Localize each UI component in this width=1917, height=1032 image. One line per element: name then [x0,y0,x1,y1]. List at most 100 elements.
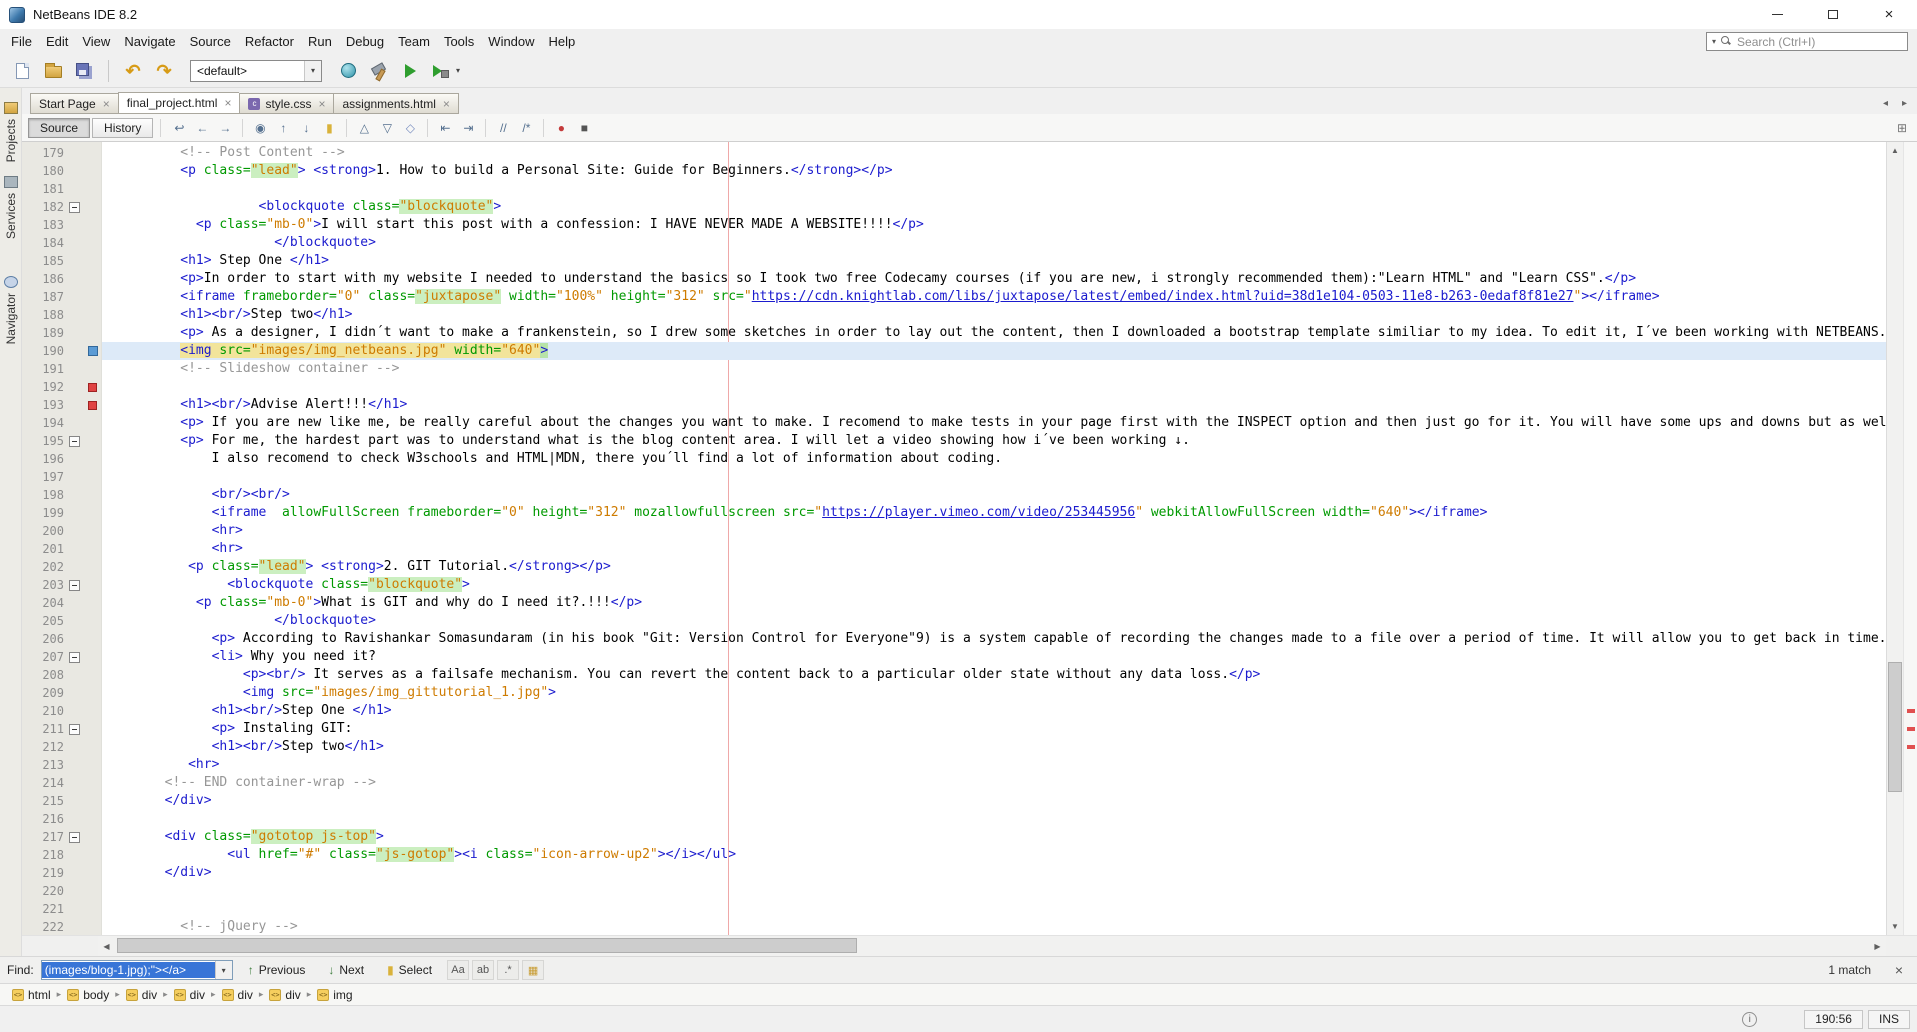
start-macro-button[interactable]: ● [550,118,572,138]
regex-toggle[interactable]: .* [497,960,520,980]
new-file-button[interactable] [8,57,36,85]
tab-style-css[interactable]: c style.css × [239,93,334,114]
code-line[interactable]: <hr> [102,540,1886,558]
close-tab-icon[interactable]: × [318,98,325,110]
breadcrumb-item-div[interactable]: <> div [219,988,256,1002]
url-link[interactable]: https://player.vimeo.com/video/253445956 [822,505,1135,520]
code-line[interactable]: <hr> [102,522,1886,540]
history-view-button[interactable]: History [92,117,154,138]
tab-assignments-html[interactable]: assignments.html × [333,93,459,114]
breadcrumb-item-div[interactable]: <> div [266,988,303,1002]
menu-file[interactable]: File [4,30,39,53]
toggle-highlight-button[interactable]: ▮ [318,118,340,138]
code-line[interactable]: <p class="mb-0">What is GIT and why do I… [102,594,1886,612]
uncomment-button[interactable]: /* [515,118,537,138]
previous-bookmark-button[interactable]: △ [353,118,375,138]
code-line[interactable]: <p><br/> It serves as a failsafe mechani… [102,666,1886,684]
vertical-scrollbar-thumb[interactable] [1888,662,1902,792]
forward-button[interactable]: → [214,118,236,138]
horizontal-scrollbar-track[interactable] [115,936,1869,956]
menu-window[interactable]: Window [481,30,541,53]
code-line[interactable]: <ul href="#" class="js-gotop"><i class="… [102,846,1886,864]
code-line[interactable]: <h1><br/>Step two</h1> [102,306,1886,324]
build-project-button[interactable] [365,57,393,85]
config-combobox[interactable]: <default> ▾ [190,59,322,82]
back-button[interactable]: ← [191,118,213,138]
code-line[interactable]: </div> [102,864,1886,882]
code-line[interactable]: <!-- Slideshow container --> [102,360,1886,378]
close-button[interactable]: × [1861,0,1917,29]
error-stripe-mark[interactable] [1907,708,1915,713]
undo-button[interactable]: ↶ [119,57,147,85]
menu-refactor[interactable]: Refactor [238,30,301,53]
comment-button[interactable]: // [492,118,514,138]
code-line[interactable]: </div> [102,792,1886,810]
tab-start-page[interactable]: Start Page × [30,93,118,114]
maximize-button[interactable] [1805,0,1861,29]
scroll-down-icon[interactable]: ▼ [1887,918,1903,935]
menu-help[interactable]: Help [542,30,583,53]
close-find-bar-button[interactable]: × [1890,961,1908,979]
tab-final-project-html[interactable]: final_project.html × [117,92,240,114]
menu-edit[interactable]: Edit [39,30,75,53]
shift-right-button[interactable]: ⇥ [457,118,479,138]
scroll-tabs-right-button[interactable]: ▸ [1896,95,1913,111]
rail-tab-services[interactable]: Services [0,176,22,239]
error-stripe-mark[interactable] [1907,744,1915,749]
open-project-button[interactable] [39,57,67,85]
code-line[interactable] [102,810,1886,828]
code-line[interactable]: <br/><br/> [102,486,1886,504]
menu-source[interactable]: Source [183,30,238,53]
code-line[interactable]: <img src="images/img_netbeans.jpg" width… [102,342,1886,360]
code-line[interactable]: <!-- Post Content --> [102,144,1886,162]
code-line[interactable]: <li> Why you need it? [102,648,1886,666]
code-line[interactable]: <h1><br/>Step two</h1> [102,738,1886,756]
fold-marker[interactable] [64,651,84,663]
rail-tab-navigator[interactable]: Navigator [0,276,22,344]
whole-words-toggle[interactable]: ab [472,960,495,980]
fold-marker[interactable] [64,831,84,843]
code-line[interactable]: </blockquote> [102,234,1886,252]
shift-left-button[interactable]: ⇤ [434,118,456,138]
code-line[interactable]: <p> As a designer, I didn´t want to make… [102,324,1886,342]
code-line[interactable]: </blockquote> [102,612,1886,630]
code-line[interactable]: <h1><br/>Advise Alert!!!</h1> [102,396,1886,414]
menu-team[interactable]: Team [391,30,437,53]
match-case-toggle[interactable]: Aa [447,960,470,980]
find-dropdown-icon[interactable]: ▾ [214,961,232,979]
code-line[interactable]: <hr> [102,756,1886,774]
code-line[interactable]: <blockquote class="blockquote"> [102,576,1886,594]
code-line[interactable]: <!-- END container-wrap --> [102,774,1886,792]
find-next-button[interactable]: ↓ Next [320,959,372,981]
horizontal-scrollbar-thumb[interactable] [117,938,857,953]
breadcrumb-item-div[interactable]: <> div [171,988,208,1002]
code-line[interactable] [102,468,1886,486]
find-select-button[interactable]: ▮ Select [379,959,440,981]
run-project-button[interactable] [396,57,424,85]
clean-and-build-button[interactable] [334,57,362,85]
redo-button[interactable]: ↷ [150,57,178,85]
toggle-bookmark-button[interactable]: ◇ [399,118,421,138]
quick-search-input[interactable]: ▾ Search (Ctrl+I) [1706,32,1908,51]
error-stripe[interactable] [1903,142,1917,935]
code-line[interactable]: I also recomend to check W3schools and H… [102,450,1886,468]
code-line[interactable] [102,378,1886,396]
menu-run[interactable]: Run [301,30,339,53]
code-line[interactable] [102,882,1886,900]
code-line[interactable] [102,900,1886,918]
code-line[interactable]: <blockquote class="blockquote"> [102,198,1886,216]
close-tab-icon[interactable]: × [443,98,450,110]
save-all-button[interactable] [70,57,98,85]
code-line[interactable]: <p> If you are new like me, be really ca… [102,414,1886,432]
fold-marker[interactable] [64,201,84,213]
find-selection-button[interactable]: ◉ [249,118,271,138]
highlight-results-toggle[interactable]: ▦ [522,960,545,980]
find-input[interactable]: (images/blog-1.jpg);"></a> ▾ [40,960,233,980]
fold-marker[interactable] [64,579,84,591]
code-line[interactable]: <p> For me, the hardest part was to unde… [102,432,1886,450]
code-area[interactable]: <!-- Post Content --> <p class="lead"> <… [102,142,1886,935]
error-stripe-mark[interactable] [1907,727,1915,732]
code-line[interactable]: <div class="gototop js-top"> [102,828,1886,846]
close-tab-icon[interactable]: × [224,97,231,109]
code-line[interactable]: <p class="mb-0">I will start this post w… [102,216,1886,234]
